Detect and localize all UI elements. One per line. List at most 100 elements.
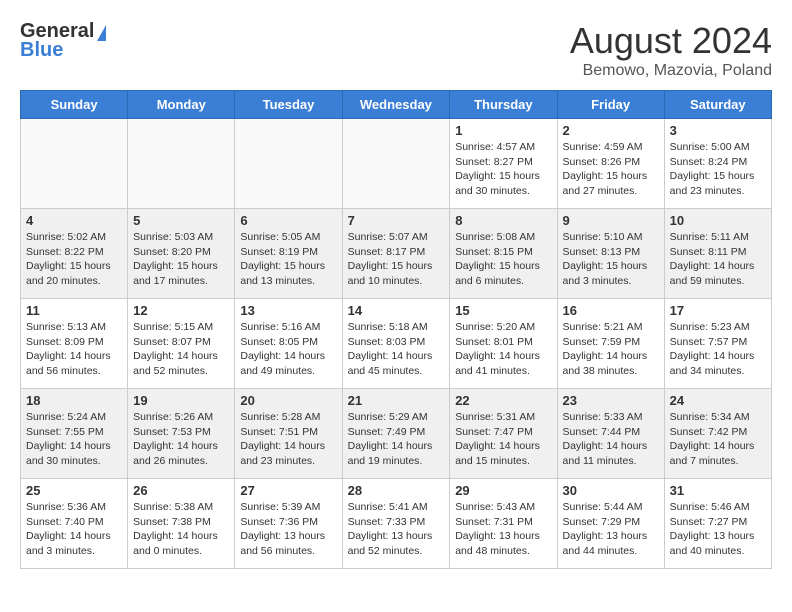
day-number: 27 bbox=[240, 483, 336, 498]
calendar-cell: 11Sunrise: 5:13 AM Sunset: 8:09 PM Dayli… bbox=[21, 299, 128, 389]
logo-triangle-icon bbox=[97, 25, 106, 41]
weekday-header-friday: Friday bbox=[557, 91, 664, 119]
weekday-header-thursday: Thursday bbox=[450, 91, 557, 119]
day-number: 28 bbox=[348, 483, 445, 498]
day-number: 23 bbox=[563, 393, 659, 408]
day-info: Sunrise: 5:23 AM Sunset: 7:57 PM Dayligh… bbox=[670, 320, 766, 379]
day-number: 5 bbox=[133, 213, 229, 228]
weekday-header-sunday: Sunday bbox=[21, 91, 128, 119]
week-row-5: 25 Sunrise: 5:36 AM Sunset: 7:40 PM Dayli… bbox=[21, 479, 772, 569]
calendar-cell: 6Sunrise: 5:05 AM Sunset: 8:19 PM Daylig… bbox=[235, 209, 342, 299]
day-number: 25 bbox=[26, 483, 122, 498]
day-info: Sunrise: 5:34 AM Sunset: 7:42 PM Dayligh… bbox=[670, 410, 766, 469]
day-info: Sunrise: 5:05 AM Sunset: 8:19 PM Dayligh… bbox=[240, 230, 336, 289]
calendar-cell: 28 Sunrise: 5:41 AM Sunset: 7:33 PM Dayli… bbox=[342, 479, 450, 569]
calendar-cell: 8 Sunrise: 5:08 AM Sunset: 8:15 PM Daylig… bbox=[450, 209, 557, 299]
day-info: Sunrise: 5:18 AM Sunset: 8:03 PM Dayligh… bbox=[348, 320, 445, 379]
day-number: 3 bbox=[670, 123, 766, 138]
day-info: Sunrise: 4:59 AM Sunset: 8:26 PM Dayligh… bbox=[563, 140, 659, 199]
day-info: Sunrise: 5:02 AM Sunset: 8:22 PM Dayligh… bbox=[26, 230, 122, 289]
day-info: Sunrise: 5:31 AM Sunset: 7:47 PM Dayligh… bbox=[455, 410, 551, 469]
calendar-cell: 27 Sunrise: 5:39 AM Sunset: 7:36 PM Dayli… bbox=[235, 479, 342, 569]
day-number: 17 bbox=[670, 303, 766, 318]
day-number: 31 bbox=[670, 483, 766, 498]
day-info: Sunrise: 5:29 AM Sunset: 7:49 PM Dayligh… bbox=[348, 410, 445, 469]
logo: General Blue bbox=[20, 20, 106, 62]
day-number: 7 bbox=[348, 213, 445, 228]
calendar-cell bbox=[21, 119, 128, 209]
day-info: Sunrise: 5:13 AM Sunset: 8:09 PM Dayligh… bbox=[26, 320, 122, 379]
calendar-cell: 12 Sunrise: 5:15 AM Sunset: 8:07 PM Dayli… bbox=[128, 299, 235, 389]
calendar-cell: 16Sunrise: 5:21 AM Sunset: 7:59 PM Dayli… bbox=[557, 299, 664, 389]
calendar-cell: 30 Sunrise: 5:44 AM Sunset: 7:29 PM Dayli… bbox=[557, 479, 664, 569]
calendar-cell: 14 Sunrise: 5:18 AM Sunset: 8:03 PM Dayli… bbox=[342, 299, 450, 389]
day-info: Sunrise: 5:10 AM Sunset: 8:13 PM Dayligh… bbox=[563, 230, 659, 289]
day-number: 20 bbox=[240, 393, 336, 408]
header: General Blue August 2024 Bemowo, Mazovia… bbox=[20, 20, 772, 80]
day-number: 1 bbox=[455, 123, 551, 138]
calendar-cell: 19 Sunrise: 5:26 AM Sunset: 7:53 PM Dayli… bbox=[128, 389, 235, 479]
day-info: Sunrise: 5:36 AM Sunset: 7:40 PM Dayligh… bbox=[26, 500, 122, 559]
day-number: 30 bbox=[563, 483, 659, 498]
calendar-cell: 18Sunrise: 5:24 AM Sunset: 7:55 PM Dayli… bbox=[21, 389, 128, 479]
day-info: Sunrise: 5:44 AM Sunset: 7:29 PM Dayligh… bbox=[563, 500, 659, 559]
day-info: Sunrise: 5:39 AM Sunset: 7:36 PM Dayligh… bbox=[240, 500, 336, 559]
calendar-cell bbox=[128, 119, 235, 209]
day-info: Sunrise: 5:28 AM Sunset: 7:51 PM Dayligh… bbox=[240, 410, 336, 469]
day-number: 21 bbox=[348, 393, 445, 408]
day-info: Sunrise: 5:16 AM Sunset: 8:05 PM Dayligh… bbox=[240, 320, 336, 379]
calendar-cell: 21 Sunrise: 5:29 AM Sunset: 7:49 PM Dayli… bbox=[342, 389, 450, 479]
day-info: Sunrise: 5:33 AM Sunset: 7:44 PM Dayligh… bbox=[563, 410, 659, 469]
calendar-cell: 9 Sunrise: 5:10 AM Sunset: 8:13 PM Daylig… bbox=[557, 209, 664, 299]
day-number: 12 bbox=[133, 303, 229, 318]
calendar-cell: 2Sunrise: 4:59 AM Sunset: 8:26 PM Daylig… bbox=[557, 119, 664, 209]
calendar-cell: 20 Sunrise: 5:28 AM Sunset: 7:51 PM Dayli… bbox=[235, 389, 342, 479]
day-number: 9 bbox=[563, 213, 659, 228]
weekday-header-row: SundayMondayTuesdayWednesdayThursdayFrid… bbox=[21, 91, 772, 119]
calendar-cell: 3 Sunrise: 5:00 AM Sunset: 8:24 PM Daylig… bbox=[664, 119, 771, 209]
day-info: Sunrise: 5:11 AM Sunset: 8:11 PM Dayligh… bbox=[670, 230, 766, 289]
calendar-cell: 31Sunrise: 5:46 AM Sunset: 7:27 PM Dayli… bbox=[664, 479, 771, 569]
calendar-cell: 26 Sunrise: 5:38 AM Sunset: 7:38 PM Dayli… bbox=[128, 479, 235, 569]
week-row-4: 18Sunrise: 5:24 AM Sunset: 7:55 PM Dayli… bbox=[21, 389, 772, 479]
day-number: 19 bbox=[133, 393, 229, 408]
calendar-table: SundayMondayTuesdayWednesdayThursdayFrid… bbox=[20, 90, 772, 569]
page-subtitle: Bemowo, Mazovia, Poland bbox=[570, 62, 772, 80]
day-info: Sunrise: 5:07 AM Sunset: 8:17 PM Dayligh… bbox=[348, 230, 445, 289]
title-area: August 2024 Bemowo, Mazovia, Poland bbox=[570, 20, 772, 80]
calendar-cell: 25 Sunrise: 5:36 AM Sunset: 7:40 PM Dayli… bbox=[21, 479, 128, 569]
day-number: 15 bbox=[455, 303, 551, 318]
weekday-header-tuesday: Tuesday bbox=[235, 91, 342, 119]
day-number: 14 bbox=[348, 303, 445, 318]
day-info: Sunrise: 5:00 AM Sunset: 8:24 PM Dayligh… bbox=[670, 140, 766, 199]
day-info: Sunrise: 5:03 AM Sunset: 8:20 PM Dayligh… bbox=[133, 230, 229, 289]
day-info: Sunrise: 5:21 AM Sunset: 7:59 PM Dayligh… bbox=[563, 320, 659, 379]
day-info: Sunrise: 5:20 AM Sunset: 8:01 PM Dayligh… bbox=[455, 320, 551, 379]
calendar-cell: 1 Sunrise: 4:57 AM Sunset: 8:27 PM Daylig… bbox=[450, 119, 557, 209]
weekday-header-monday: Monday bbox=[128, 91, 235, 119]
day-number: 24 bbox=[670, 393, 766, 408]
day-number: 8 bbox=[455, 213, 551, 228]
calendar-cell: 23 Sunrise: 5:33 AM Sunset: 7:44 PM Dayli… bbox=[557, 389, 664, 479]
calendar-cell: 24 Sunrise: 5:34 AM Sunset: 7:42 PM Dayli… bbox=[664, 389, 771, 479]
day-info: Sunrise: 5:08 AM Sunset: 8:15 PM Dayligh… bbox=[455, 230, 551, 289]
calendar-cell: 4 Sunrise: 5:02 AM Sunset: 8:22 PM Daylig… bbox=[21, 209, 128, 299]
week-row-1: 1 Sunrise: 4:57 AM Sunset: 8:27 PM Daylig… bbox=[21, 119, 772, 209]
day-info: Sunrise: 5:26 AM Sunset: 7:53 PM Dayligh… bbox=[133, 410, 229, 469]
calendar-cell: 29Sunrise: 5:43 AM Sunset: 7:31 PM Dayli… bbox=[450, 479, 557, 569]
calendar-cell: 7 Sunrise: 5:07 AM Sunset: 8:17 PM Daylig… bbox=[342, 209, 450, 299]
day-info: Sunrise: 5:38 AM Sunset: 7:38 PM Dayligh… bbox=[133, 500, 229, 559]
calendar-cell: 17 Sunrise: 5:23 AM Sunset: 7:57 PM Dayli… bbox=[664, 299, 771, 389]
week-row-2: 4 Sunrise: 5:02 AM Sunset: 8:22 PM Daylig… bbox=[21, 209, 772, 299]
calendar-cell: 10Sunrise: 5:11 AM Sunset: 8:11 PM Dayli… bbox=[664, 209, 771, 299]
calendar-cell bbox=[342, 119, 450, 209]
calendar-cell: 22Sunrise: 5:31 AM Sunset: 7:47 PM Dayli… bbox=[450, 389, 557, 479]
day-info: Sunrise: 5:41 AM Sunset: 7:33 PM Dayligh… bbox=[348, 500, 445, 559]
day-info: Sunrise: 5:15 AM Sunset: 8:07 PM Dayligh… bbox=[133, 320, 229, 379]
weekday-header-wednesday: Wednesday bbox=[342, 91, 450, 119]
day-number: 4 bbox=[26, 213, 122, 228]
day-info: Sunrise: 4:57 AM Sunset: 8:27 PM Dayligh… bbox=[455, 140, 551, 199]
day-number: 13 bbox=[240, 303, 336, 318]
day-number: 29 bbox=[455, 483, 551, 498]
day-number: 26 bbox=[133, 483, 229, 498]
